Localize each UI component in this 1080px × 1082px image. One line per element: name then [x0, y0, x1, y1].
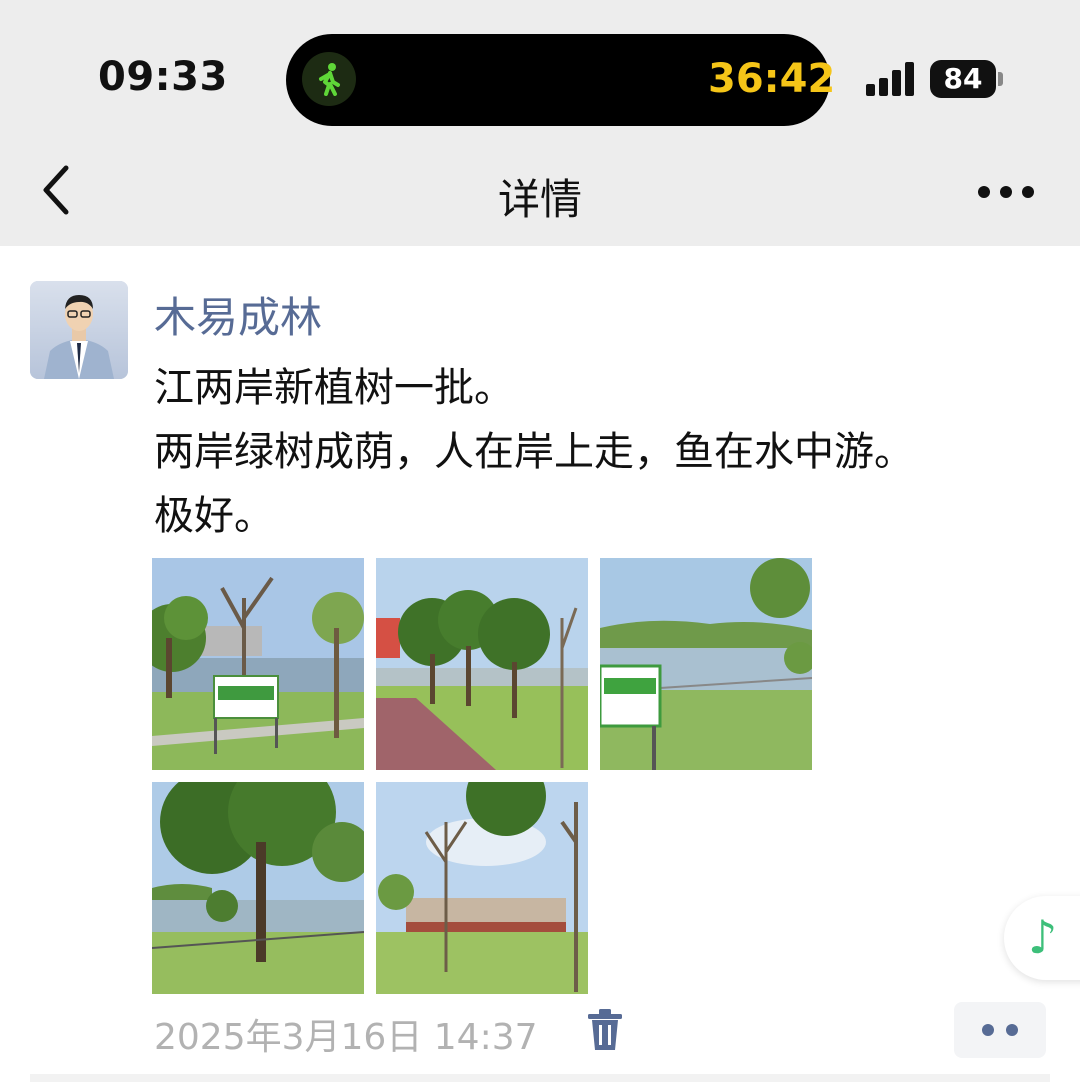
- post-text-line: 江两岸新植树一批。: [154, 365, 514, 411]
- trash-icon[interactable]: [586, 1008, 624, 1052]
- two-dots-icon: [982, 1024, 994, 1036]
- music-note-icon: ♪: [1028, 910, 1058, 964]
- battery-cap: [998, 72, 1003, 86]
- photo-big-tree-riverbank[interactable]: [152, 782, 364, 994]
- cellular-signal-icon: [866, 62, 916, 96]
- photo-young-trees-building[interactable]: [376, 782, 588, 994]
- photo-river-view-sign-2[interactable]: [600, 558, 812, 770]
- post-timestamp: 2025年3月16日 14:37: [154, 1017, 538, 1058]
- post-text: 江两岸新植树一批。 两岸绿树成荫，人在岸上走，鱼在水中游。 极好。: [154, 356, 1054, 548]
- photo-trees-along-path[interactable]: [376, 558, 588, 770]
- photo-riverside-trees-sign-1[interactable]: [152, 558, 364, 770]
- walking-icon: [302, 52, 356, 106]
- divider: [30, 1074, 1050, 1082]
- author-name[interactable]: 木易成林: [154, 284, 322, 345]
- floating-music-button[interactable]: ♪: [1004, 896, 1080, 980]
- more-button[interactable]: [978, 186, 1034, 200]
- avatar[interactable]: [30, 281, 128, 379]
- post-text-line: 极好。: [154, 493, 274, 539]
- battery-icon: 84: [930, 60, 996, 98]
- post-text-line: 两岸绿树成荫，人在岸上走，鱼在水中游。: [154, 429, 914, 475]
- comment-like-button[interactable]: [954, 1002, 1046, 1058]
- activity-timer: 36:42: [708, 56, 836, 102]
- status-time: 09:33: [98, 54, 228, 100]
- page-title: 详情: [497, 175, 582, 224]
